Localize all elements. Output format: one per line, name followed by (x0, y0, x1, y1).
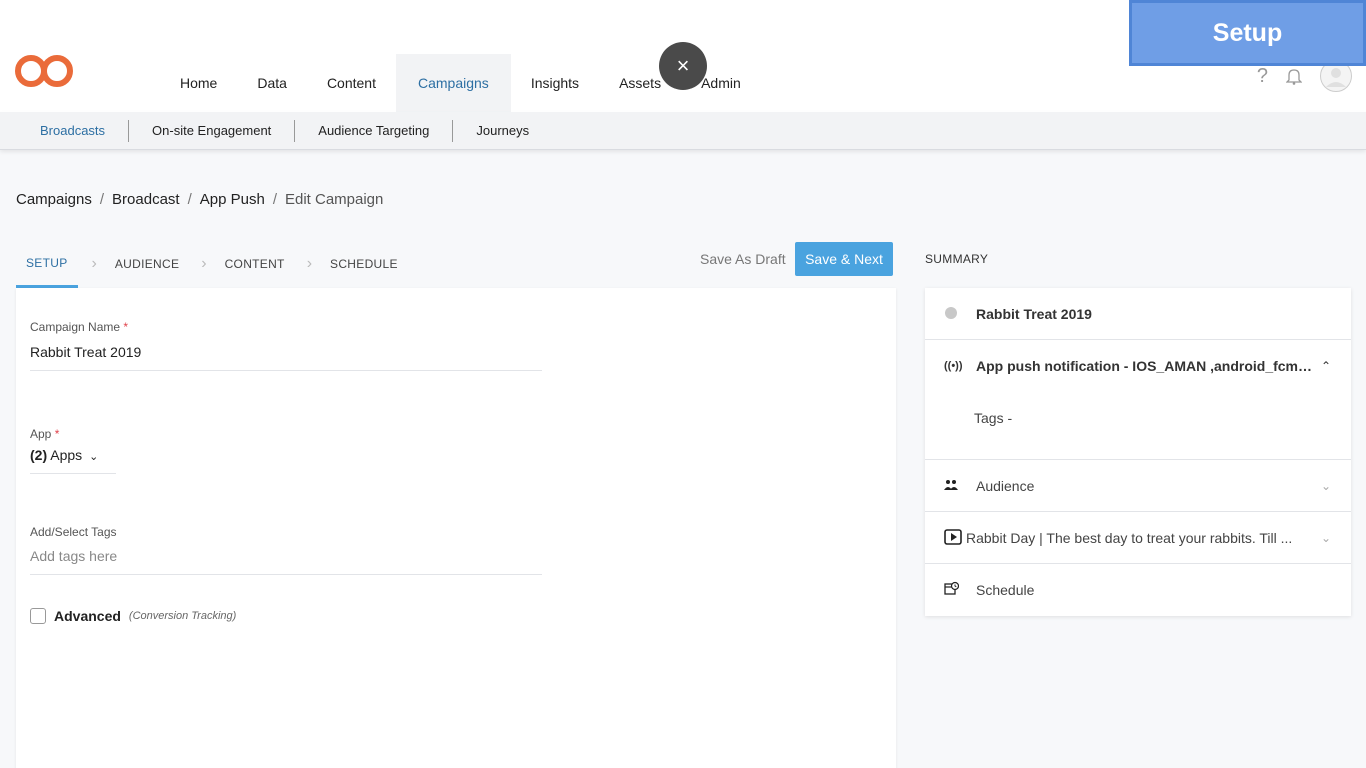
summary-tags: Tags - (974, 410, 1013, 426)
chevron-down-icon: ⌄ (89, 451, 99, 463)
required-mark: * (54, 427, 60, 441)
subnav-audience-targeting[interactable]: Audience Targeting (295, 123, 452, 138)
chevron-down-icon[interactable]: ⌄ (1321, 531, 1331, 545)
summary-campaign-row: Rabbit Treat 2019 (925, 304, 1351, 324)
nav-data[interactable]: Data (237, 54, 307, 112)
chevron-up-icon[interactable]: ⌃ (1321, 359, 1331, 373)
app-select[interactable]: (2) Apps ⌄ (30, 447, 116, 474)
save-as-draft-button[interactable]: Save As Draft (700, 251, 786, 267)
breadcrumb-campaigns[interactable]: Campaigns (16, 191, 92, 208)
campaign-name-input[interactable]: Rabbit Treat 2019 (30, 344, 542, 371)
summary-tags-row: Tags - (925, 408, 1351, 428)
breadcrumb-separator: / (99, 191, 105, 208)
broadcast-icon: ((•)) (944, 360, 963, 372)
advanced-checkbox[interactable] (30, 608, 46, 624)
summary-title: SUMMARY (925, 252, 989, 266)
play-icon (944, 528, 962, 548)
step-audience[interactable]: AUDIENCE (107, 240, 187, 288)
setup-form: Campaign Name * Rabbit Treat 2019 App * … (16, 288, 896, 768)
sub-nav: Broadcasts On-site Engagement Audience T… (0, 112, 1366, 150)
app-select-value: Apps (50, 447, 83, 463)
calendar-clock-icon (944, 581, 960, 599)
chevron-down-icon[interactable]: ⌄ (1321, 479, 1331, 493)
nav-campaigns[interactable]: Campaigns (395, 54, 511, 112)
close-button[interactable]: × (659, 42, 707, 90)
help-icon[interactable]: ? (1257, 65, 1268, 88)
step-schedule[interactable]: SCHEDULE (322, 240, 406, 288)
advanced-sublabel: (Conversion Tracking) (128, 610, 237, 622)
subnav-journeys[interactable]: Journeys (453, 123, 552, 138)
summary-content-row[interactable]: Rabbit Day | The best day to treat your … (925, 528, 1351, 548)
advanced-label[interactable]: Advanced (54, 608, 121, 624)
summary-divider (925, 563, 1351, 564)
summary-panel: Rabbit Treat 2019 ((•)) App push notific… (925, 288, 1351, 616)
summary-audience: Audience (976, 478, 1035, 494)
nav-content[interactable]: Content (307, 54, 396, 112)
summary-schedule-row[interactable]: Schedule (925, 580, 1351, 600)
chevron-right-icon: › (91, 255, 97, 272)
subnav-broadcasts[interactable]: Broadcasts (16, 123, 128, 138)
status-dot-icon (944, 306, 958, 322)
summary-audience-row[interactable]: Audience ⌄ (925, 476, 1351, 496)
breadcrumb-app-push[interactable]: App Push (200, 191, 265, 208)
step-content[interactable]: CONTENT (217, 240, 293, 288)
logo-icon[interactable] (14, 50, 76, 92)
summary-channel-row[interactable]: ((•)) App push notification - IOS_AMAN ,… (925, 356, 1351, 376)
campaign-name-label-text: Campaign Name (30, 320, 121, 334)
summary-channel: App push notification - IOS_AMAN ,androi… (976, 358, 1316, 374)
campaign-name-field: Campaign Name * Rabbit Treat 2019 (30, 320, 542, 371)
summary-divider (925, 511, 1351, 512)
tags-label: Add/Select Tags (30, 525, 117, 539)
app-field: App * (2) Apps ⌄ (30, 427, 116, 474)
breadcrumb: Campaigns / Broadcast / App Push / Edit … (16, 191, 383, 208)
summary-content: Rabbit Day | The best day to treat your … (966, 530, 1293, 546)
app-label-text: App (30, 427, 52, 441)
summary-campaign-name: Rabbit Treat 2019 (976, 306, 1092, 322)
bell-icon[interactable] (1286, 67, 1302, 85)
app-count: (2) (30, 447, 48, 463)
nav-home[interactable]: Home (160, 54, 237, 112)
step-setup[interactable]: SETUP (16, 240, 78, 288)
save-and-next-button[interactable]: Save & Next (795, 242, 893, 276)
campaign-name-label: Campaign Name * (30, 320, 542, 334)
wizard-steps: SETUP › AUDIENCE › CONTENT › SCHEDULE (16, 240, 406, 288)
breadcrumb-separator: / (187, 191, 192, 208)
required-mark: * (123, 320, 129, 334)
subnav-onsite-engagement[interactable]: On-site Engagement (129, 123, 294, 138)
breadcrumb-broadcast[interactable]: Broadcast (112, 191, 180, 208)
summary-schedule: Schedule (976, 582, 1035, 598)
advanced-option: Advanced (Conversion Tracking) (30, 608, 236, 624)
setup-banner: Setup (1129, 0, 1366, 66)
chevron-right-icon: › (201, 255, 207, 272)
breadcrumb-edit-campaign: Edit Campaign (284, 191, 384, 208)
app-label: App * (30, 427, 116, 441)
breadcrumb-separator: / (272, 191, 277, 208)
users-icon (944, 479, 958, 494)
nav-insights[interactable]: Insights (511, 54, 599, 112)
tags-input[interactable]: Add tags here (30, 548, 542, 575)
summary-divider (925, 459, 1351, 460)
chevron-right-icon: › (306, 255, 313, 272)
summary-divider (925, 339, 1351, 340)
tags-field: Add/Select Tags Add tags here (30, 525, 542, 575)
